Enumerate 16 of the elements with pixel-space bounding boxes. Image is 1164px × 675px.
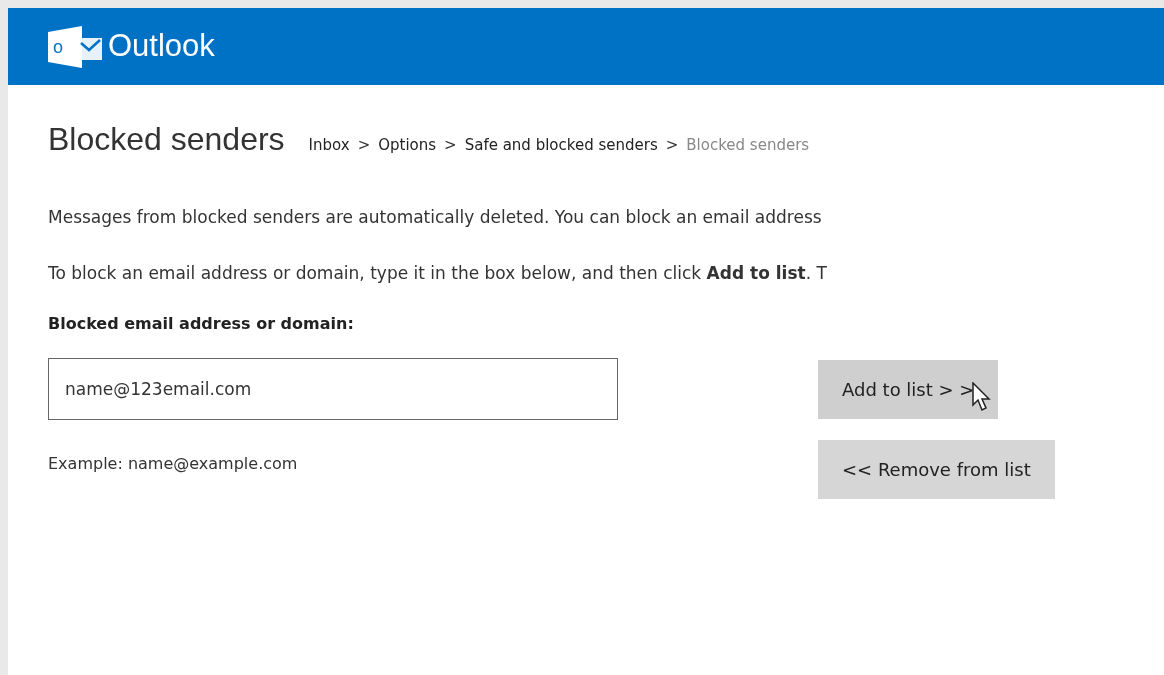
breadcrumb-separator: > [665, 135, 679, 156]
breadcrumb-separator: > [444, 135, 457, 156]
remove-from-list-button[interactable]: << Remove from list [818, 440, 1055, 499]
breadcrumb-separator: > [357, 135, 371, 156]
cursor-icon [972, 382, 993, 412]
field-label: Blocked email address or domain: [48, 313, 355, 335]
email-input-field[interactable]: name@123email.com [48, 358, 618, 420]
example-hint: Example: name@example.com [48, 453, 299, 475]
breadcrumb-link[interactable]: Options [378, 134, 437, 157]
app-name: Outlook [108, 27, 215, 66]
breadcrumb-link[interactable]: Safe and blocked senders [464, 134, 658, 157]
breadcrumb-link[interactable]: Inbox [308, 134, 350, 157]
instruction-text: To block an email address or domain, type it in the box below, and then click Add to list. T [48, 261, 828, 285]
page-title: Blocked senders [48, 120, 285, 159]
instruction-text: Messages from blocked senders are automatically deleted. You can block an email address [48, 206, 823, 229]
breadcrumb-current: Blocked senders [686, 135, 810, 156]
